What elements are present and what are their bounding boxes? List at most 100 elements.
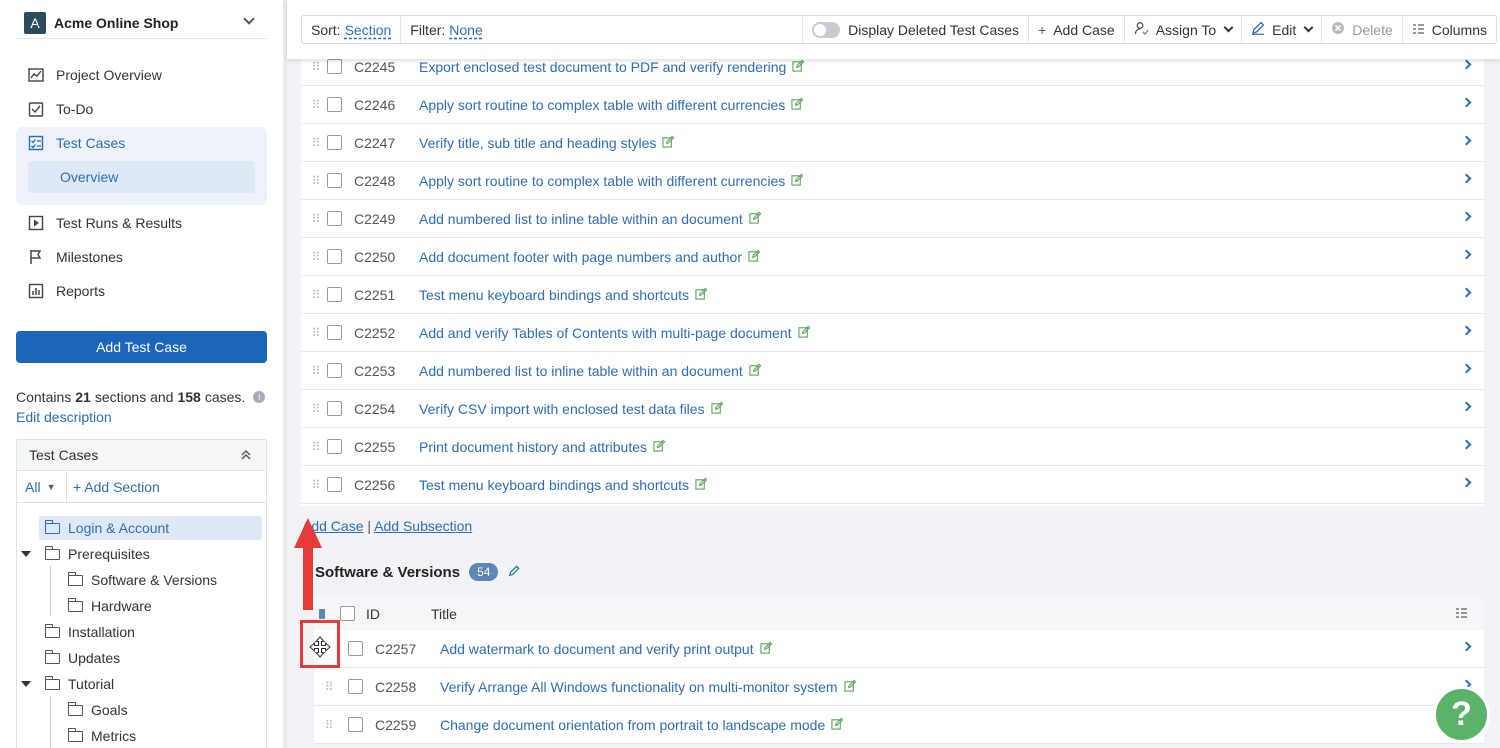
edit-pencil-icon[interactable] bbox=[749, 211, 762, 227]
case-title-link[interactable]: Add watermark to document and verify pri… bbox=[440, 641, 754, 657]
edit-pencil-icon[interactable] bbox=[653, 439, 666, 455]
chevron-right-icon[interactable] bbox=[1461, 401, 1472, 412]
tree-item-software-versions[interactable]: Software & Versions bbox=[67, 568, 217, 592]
row-checkbox[interactable] bbox=[327, 325, 342, 340]
toggle-switch[interactable] bbox=[812, 21, 841, 38]
edit-pencil-icon[interactable] bbox=[695, 477, 708, 493]
filter-control[interactable]: Filter: None bbox=[401, 16, 804, 43]
assign-to-button[interactable]: Assign To bbox=[1125, 16, 1243, 43]
nav-test-runs[interactable]: Test Runs & Results bbox=[16, 206, 267, 240]
edit-pencil-icon[interactable] bbox=[748, 249, 761, 265]
sort-control[interactable]: Sort: Section bbox=[302, 16, 402, 43]
edit-description-link[interactable]: Edit description bbox=[16, 409, 112, 425]
drag-handle-icon[interactable]: ⠿ bbox=[301, 402, 325, 416]
expand-caret-icon[interactable] bbox=[21, 681, 31, 687]
display-deleted-toggle[interactable]: Display Deleted Test Cases bbox=[803, 16, 1030, 43]
drag-handle-icon[interactable]: ⠿ bbox=[301, 98, 325, 112]
nav-project-overview[interactable]: Project Overview bbox=[16, 58, 267, 92]
tree-filter-all[interactable]: All ▼ bbox=[17, 471, 67, 502]
chevron-right-icon[interactable] bbox=[1461, 211, 1472, 222]
drag-handle-icon[interactable]: ⠿ bbox=[301, 440, 325, 454]
chevron-right-icon[interactable] bbox=[1461, 249, 1472, 260]
nav-reports[interactable]: Reports bbox=[16, 274, 267, 308]
drag-handle-icon[interactable]: ⠿ bbox=[301, 136, 325, 150]
select-all-checkbox[interactable] bbox=[340, 606, 355, 621]
chevron-right-icon[interactable] bbox=[1461, 59, 1472, 70]
case-title-link[interactable]: Test menu keyboard bindings and shortcut… bbox=[419, 287, 689, 303]
drag-handle-icon[interactable]: ⠿ bbox=[301, 288, 325, 302]
chevron-right-icon[interactable] bbox=[1461, 477, 1472, 488]
chevron-right-icon[interactable] bbox=[1461, 135, 1472, 146]
case-title-link[interactable]: Apply sort routine to complex table with… bbox=[419, 173, 785, 189]
row-checkbox[interactable] bbox=[327, 363, 342, 378]
drag-handle-icon[interactable]: ⠿ bbox=[314, 680, 338, 694]
nav-milestones[interactable]: Milestones bbox=[16, 240, 267, 274]
case-title-link[interactable]: Verify CSV import with enclosed test dat… bbox=[419, 401, 705, 417]
case-title-link[interactable]: Verify title, sub title and heading styl… bbox=[419, 135, 656, 151]
table-row[interactable]: ⠿C2257Add watermark to document and veri… bbox=[314, 630, 1484, 668]
row-checkbox[interactable] bbox=[327, 211, 342, 226]
edit-pencil-icon[interactable] bbox=[662, 135, 675, 151]
case-title-link[interactable]: Apply sort routine to complex table with… bbox=[419, 97, 785, 113]
table-row[interactable]: ⠿ C2251 Test menu keyboard bindings and sh… bbox=[301, 276, 1484, 314]
nav-todo[interactable]: To-Do bbox=[16, 92, 267, 126]
add-test-case-button[interactable]: Add Test Case bbox=[16, 331, 267, 363]
help-button[interactable]: ? bbox=[1433, 686, 1490, 743]
edit-pencil-icon[interactable] bbox=[831, 717, 844, 733]
chevron-right-icon[interactable] bbox=[1461, 173, 1472, 184]
edit-section-icon[interactable] bbox=[508, 564, 520, 580]
drag-handle-icon[interactable]: ⠿ bbox=[301, 60, 325, 74]
row-checkbox[interactable] bbox=[327, 401, 342, 416]
row-checkbox[interactable] bbox=[348, 641, 363, 656]
column-header-id[interactable]: ID bbox=[366, 606, 431, 622]
drag-handle-icon[interactable]: ⠿ bbox=[301, 212, 325, 226]
chevron-right-icon[interactable] bbox=[1461, 439, 1472, 450]
row-checkbox[interactable] bbox=[327, 173, 342, 188]
tree-item-updates[interactable]: Updates bbox=[44, 646, 120, 670]
tree-item-installation[interactable]: Installation bbox=[44, 620, 135, 644]
add-subsection-link[interactable]: Add Subsection bbox=[374, 518, 472, 534]
edit-pencil-icon[interactable] bbox=[695, 287, 708, 303]
tree-item-metrics[interactable]: Metrics bbox=[67, 724, 136, 748]
info-icon[interactable]: i bbox=[253, 391, 266, 403]
tree-item-login-account[interactable]: Login & Account bbox=[39, 516, 262, 540]
drag-handle-icon[interactable]: ⠿ bbox=[301, 250, 325, 264]
filter-value[interactable]: None bbox=[449, 22, 482, 38]
case-title-link[interactable]: Test menu keyboard bindings and shortcut… bbox=[419, 477, 689, 493]
row-checkbox[interactable] bbox=[348, 717, 363, 732]
sort-value[interactable]: Section bbox=[345, 22, 392, 38]
table-row[interactable]: ⠿ C2258 Verify Arrange All Windows functio… bbox=[314, 668, 1484, 706]
nav-test-cases[interactable]: Test Cases bbox=[16, 126, 267, 160]
row-checkbox[interactable] bbox=[327, 439, 342, 454]
edit-pencil-icon[interactable] bbox=[710, 401, 724, 417]
case-title-link[interactable]: Change document orientation from portrai… bbox=[440, 717, 825, 733]
case-title-link[interactable]: Export enclosed test document to PDF and… bbox=[419, 59, 786, 75]
table-row[interactable]: ⠿ C2252 Add and verify Tables of Contents … bbox=[301, 314, 1484, 352]
edit-button[interactable]: Edit bbox=[1242, 16, 1323, 43]
tree-item-tutorial[interactable]: Tutorial bbox=[44, 672, 114, 696]
move-cursor-icon[interactable] bbox=[309, 636, 331, 658]
row-checkbox[interactable] bbox=[348, 679, 363, 694]
case-title-link[interactable]: Add and verify Tables of Contents with m… bbox=[419, 325, 792, 341]
row-checkbox[interactable] bbox=[327, 59, 342, 74]
edit-pencil-icon[interactable] bbox=[791, 97, 804, 113]
case-title-link[interactable]: Verify Arrange All Windows functionality… bbox=[440, 679, 838, 695]
drag-handle-icon[interactable]: ⠿ bbox=[301, 478, 325, 492]
edit-pencil-icon[interactable] bbox=[759, 641, 773, 657]
table-row[interactable]: ⠿ C2250 Add document footer with page numb… bbox=[301, 238, 1484, 276]
edit-pencil-icon[interactable] bbox=[792, 59, 805, 75]
table-row[interactable]: ⠿ C2255 Print document history and attribu… bbox=[301, 428, 1484, 466]
table-row[interactable]: ⠿ C2256 Test menu keyboard bindings and sh… bbox=[301, 466, 1484, 504]
tree-item-prerequisites[interactable]: Prerequisites bbox=[44, 542, 150, 566]
case-title-link[interactable]: Add numbered list to inline table within… bbox=[419, 363, 743, 379]
row-checkbox[interactable] bbox=[327, 97, 342, 112]
nav-overview[interactable]: Overview bbox=[28, 161, 255, 193]
table-row[interactable]: ⠿ C2246 Apply sort routine to complex tabl… bbox=[301, 86, 1484, 124]
add-section-link[interactable]: + Add Section bbox=[67, 479, 160, 495]
column-header-title[interactable]: Title bbox=[431, 606, 457, 622]
drag-handle-icon[interactable]: ⠿ bbox=[301, 364, 325, 378]
chevron-down-icon[interactable] bbox=[243, 13, 255, 25]
row-checkbox[interactable] bbox=[327, 477, 342, 492]
drag-handle-icon[interactable]: ⠿ bbox=[314, 718, 338, 732]
drag-handle-icon[interactable]: ⠿ bbox=[301, 174, 325, 188]
